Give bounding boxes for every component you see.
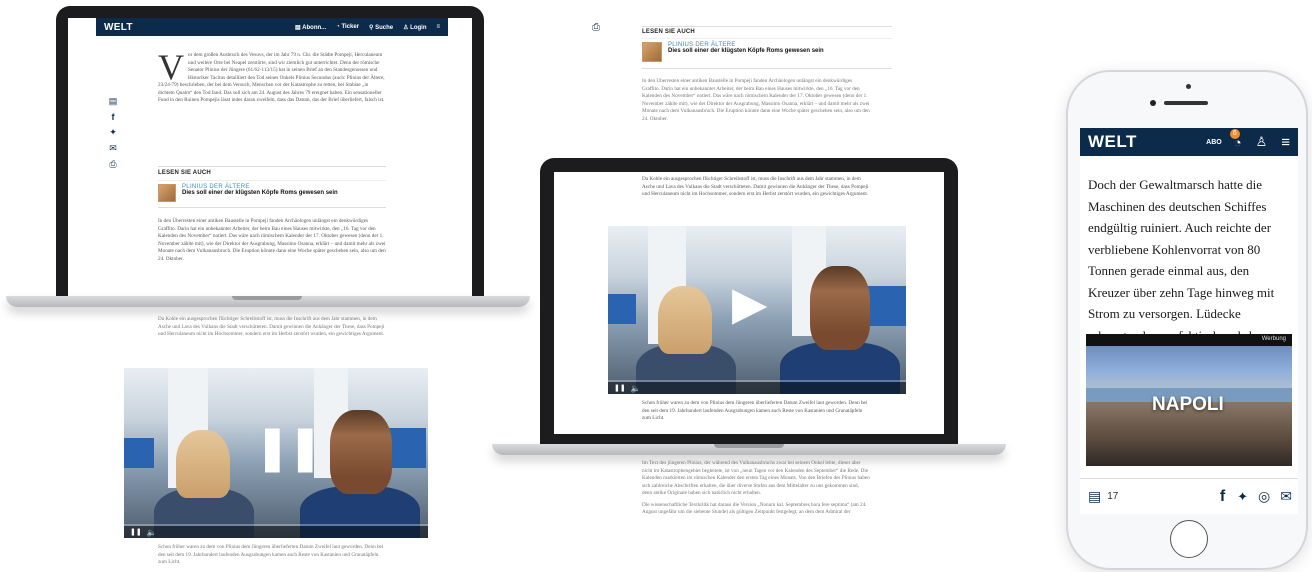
phone-speaker — [1164, 101, 1208, 105]
twitter-icon-phone[interactable]: ✦ — [1237, 489, 1248, 505]
whatsapp-icon[interactable]: ◎ — [1258, 488, 1270, 505]
mail-icon-phone[interactable]: ✉ — [1280, 488, 1292, 505]
ticker-icon[interactable]: ◔ 6 — [1229, 128, 1242, 150]
pause-button-center[interactable]: ❚❚ — [614, 384, 626, 392]
facebook-icon-phone[interactable]: f — [1220, 488, 1225, 506]
article-body: V or dem großen Ausbruch des Vesuvs, der… — [158, 47, 386, 109]
related-box: LESEN SIE AUCH PLINIUS DER ÄLTERE Dies s… — [158, 166, 386, 208]
ad-banner[interactable]: Werbung NAPOLI — [1086, 334, 1292, 466]
pause-icon[interactable]: ❚❚ — [254, 422, 324, 473]
welt-logo[interactable]: WELT — [104, 22, 133, 33]
share-bar: ▤ f ✦ ✉ ⎙ — [106, 96, 120, 170]
article-body-2: In den Überresten einer antiken Baustell… — [158, 218, 386, 267]
pause-button[interactable]: ❚❚ — [130, 528, 142, 536]
video-player-left[interactable]: ❚❚ ❚❚ 🔈 — [124, 368, 428, 538]
play-icon[interactable]: ▶ — [732, 276, 767, 330]
menu-icon-phone[interactable]: ≡ — [1281, 134, 1290, 151]
home-button[interactable] — [1170, 520, 1208, 558]
laptop-center-screen: Da Kohle ein ausgesprochen flüchtiger Sc… — [554, 172, 944, 434]
nav-abo[interactable]: ▤ Abonn... — [295, 24, 326, 31]
article-paragraph-6: Die wissenschaftliche Textkritik hat dar… — [642, 501, 867, 516]
print-icon[interactable]: ⎙ — [106, 159, 120, 170]
related-header: LESEN SIE AUCH — [158, 170, 211, 176]
related-thumbnail-center[interactable] — [642, 42, 662, 62]
ticker-badge: 6 — [1229, 128, 1240, 139]
site-nav: WELT ▤ Abonn... ◔ Ticker ⚲ Suche ♙ Login… — [96, 18, 448, 36]
article-paragraph-2: In den Überresten einer antiken Baustell… — [158, 218, 386, 262]
twitter-icon[interactable]: ✦ — [106, 127, 120, 138]
user-icon[interactable]: ♙ — [1256, 134, 1268, 150]
print-icon-center[interactable]: ⎙ — [592, 22, 600, 33]
nav-login[interactable]: ♙ Login — [403, 24, 426, 31]
article-continuation-left-2: Schon früher waren zu dem von Plinius de… — [158, 544, 386, 571]
comment-icon-phone[interactable]: ▤ — [1088, 488, 1101, 505]
article-paragraph-4: Schon früher waren zu dem von Plinius de… — [158, 544, 384, 565]
welt-logo-phone[interactable]: WELT — [1088, 132, 1137, 152]
laptop-left-notch — [232, 296, 302, 300]
related-box-center: LESEN SIE AUCH PLINIUS DER ÄLTERE Dies s… — [642, 26, 892, 69]
phone-screen: WELT ABO ◔ 6 ♙ ≡ Doch der Gewaltmarsch h… — [1080, 128, 1298, 514]
mail-icon[interactable]: ✉ — [106, 143, 120, 154]
article-paragraph-3: Da Kohle ein ausgesprochen flüchtiger Sc… — [158, 316, 385, 337]
phone-sensor — [1186, 84, 1191, 89]
phone-camera — [1150, 100, 1156, 106]
comment-count[interactable]: 17 — [1107, 491, 1118, 502]
article-paragraph-4-center: Schon früher waren zu dem von Plinius de… — [642, 400, 868, 421]
article-paragraph-3-center: Da Kohle ein ausgesprochen flüchtiger Sc… — [642, 176, 869, 197]
video-player-center[interactable]: ▶ ❚❚ 🔈 — [608, 226, 906, 394]
ad-label: Werbung — [1261, 336, 1286, 342]
related-title[interactable]: Dies soll einer der klügsten Köpfe Roms … — [182, 190, 338, 196]
laptop-left-screen: WELT ▤ Abonn... ◔ Ticker ⚲ Suche ♙ Login… — [68, 18, 472, 298]
phone-nav: WELT ABO ◔ 6 ♙ ≡ — [1080, 128, 1298, 156]
article-paragraph-1: or dem großen Ausbruch des Vesuvs, der i… — [158, 52, 385, 103]
nav-search[interactable]: ⚲ Suche — [369, 24, 393, 31]
video-controls-left: ❚❚ 🔈 — [124, 526, 428, 538]
article-continuation-left: Da Kohle ein ausgesprochen flüchtiger Sc… — [158, 316, 386, 343]
nav-abo-phone[interactable]: ABO — [1206, 139, 1222, 146]
menu-icon[interactable]: ≡ — [436, 24, 440, 31]
nav-ticker[interactable]: ◔ Ticker — [336, 24, 359, 31]
related-thumbnail[interactable] — [158, 184, 176, 202]
ad-title: NAPOLI — [1152, 394, 1224, 415]
article-body-center: In den Überresten einer antiken Baustell… — [642, 78, 870, 158]
volume-icon[interactable]: 🔈 — [147, 528, 157, 537]
article-paragraph-5: Im Text des jüngeren Plinius, der währen… — [642, 460, 870, 496]
article-body-center-screen: Da Kohle ein ausgesprochen flüchtiger Sc… — [642, 176, 870, 203]
volume-icon-center[interactable]: 🔈 — [631, 384, 641, 393]
comment-icon[interactable]: ▤ — [106, 96, 120, 107]
video-controls-center: ❚❚ 🔈 — [608, 382, 906, 394]
phone-footer: ▤ 17 f ✦ ◎ ✉ — [1080, 478, 1298, 514]
article-continuation-center: Im Text des jüngeren Plinius, der währen… — [642, 460, 870, 521]
laptop-center-notch — [714, 444, 784, 448]
related-header-center: LESEN SIE AUCH — [642, 29, 695, 35]
article-body-center-screen-2: Schon früher waren zu dem von Plinius de… — [642, 400, 870, 427]
facebook-icon[interactable]: f — [106, 112, 120, 122]
article-paragraph-2-center: In den Überresten einer antiken Baustell… — [642, 78, 870, 122]
drop-cap: V — [158, 47, 184, 87]
related-title-center[interactable]: Dies soll einer der klügsten Köpfe Roms … — [668, 48, 824, 54]
